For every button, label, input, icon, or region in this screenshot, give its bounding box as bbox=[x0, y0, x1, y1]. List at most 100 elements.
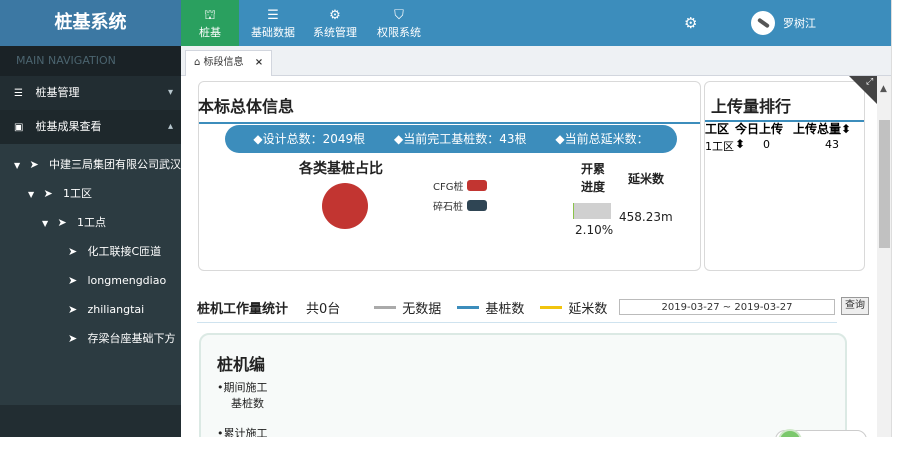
widget-icon bbox=[778, 429, 802, 437]
cumulative-label: •累计施工 bbox=[217, 427, 268, 437]
legend-line-swatch bbox=[540, 305, 563, 309]
tab-section-info[interactable]: ⌂ 标段信息 × bbox=[185, 50, 273, 76]
sidebar-item-label: 桩基管理 bbox=[35, 86, 80, 99]
tree-node-label: zhiliangtai bbox=[87, 303, 145, 316]
database-icon: ☰ bbox=[267, 8, 279, 23]
app-title: 桩基系统 bbox=[0, 0, 181, 46]
scrollbar-thumb[interactable] bbox=[879, 120, 890, 248]
home-icon: ⌂ bbox=[194, 57, 201, 68]
nav-permissions-label: 权限系统 bbox=[377, 26, 421, 39]
tree-node-site[interactable]: ▼ ➤ 1工点 bbox=[0, 208, 181, 237]
tree-node-leaf[interactable]: ➤ zhiliangtai bbox=[0, 295, 181, 324]
legend-swatch bbox=[467, 180, 488, 191]
expand-icon: ⤢ bbox=[866, 77, 874, 87]
cell-today: 0 bbox=[763, 138, 770, 151]
legend-line-swatch bbox=[457, 305, 480, 309]
scrollbar[interactable]: ▲ bbox=[877, 76, 891, 437]
ranking-title: 上传量排行 bbox=[711, 97, 792, 116]
sidebar-item-pile-management[interactable]: ☰ 桩基管理 ▾ bbox=[0, 76, 181, 110]
tree-node-leaf[interactable]: ➤ longmengdiao bbox=[0, 266, 181, 295]
paper-plane-icon: ➤ bbox=[57, 216, 67, 229]
sidebar-item-label: 桩基成果查看 bbox=[35, 120, 102, 133]
pile-driver-icon: ⛫ bbox=[204, 8, 216, 23]
progress-header-line2: 进度 bbox=[580, 180, 605, 194]
tab-label: 标段信息 bbox=[203, 57, 244, 68]
legend-label: 无数据 bbox=[402, 301, 442, 317]
machine-title: 桩机编 bbox=[217, 355, 266, 374]
legend-meters[interactable]: 延米数 bbox=[540, 298, 607, 317]
extension-total: ◆当前总延米数： bbox=[555, 132, 649, 146]
nav-pile-label: 桩基 bbox=[199, 26, 221, 39]
user-menu[interactable]: 罗树江 bbox=[751, 11, 816, 35]
overview-title: 本标总体信息 bbox=[198, 97, 295, 116]
query-button[interactable]: 查询 bbox=[841, 297, 869, 315]
legend-line-swatch bbox=[374, 305, 397, 309]
paper-plane-icon: ➤ bbox=[68, 303, 78, 316]
machine-count: 共0台 bbox=[306, 301, 341, 317]
chevron-down-icon: ▾ bbox=[167, 87, 173, 98]
settings-gears-icon[interactable]: ⚙ bbox=[684, 14, 697, 32]
book-icon: ▣ bbox=[14, 122, 24, 133]
expand-corner[interactable] bbox=[849, 76, 879, 106]
top-navbar: ⛫ 桩基 ☰ 基础数据 ⚙ 系统管理 ⛉ 权限系统 ⚙ 罗树江 bbox=[181, 0, 891, 46]
machine-card: 桩机编 •期间施工 基桩数 •累计施工 bbox=[199, 333, 847, 437]
design-total: ◆设计总数：2049根 bbox=[253, 132, 366, 146]
col-today-label: 今日上传 bbox=[735, 122, 784, 136]
tree-node-label: longmengdiao bbox=[87, 274, 167, 287]
cell-area: 1工区 bbox=[705, 140, 734, 153]
table-row: 1工区 0 43 bbox=[705, 138, 865, 154]
ranking-card: 上传量排行 工区 今日上传⬍ 上传总量⬍ 1工区 0 43 bbox=[704, 81, 865, 271]
list-icon: ☰ bbox=[14, 88, 23, 99]
progress-fill bbox=[573, 203, 574, 219]
period-label: •期间施工 bbox=[217, 381, 268, 394]
pile-count-label: 基桩数 bbox=[231, 397, 264, 410]
nav-system-management-label: 系统管理 bbox=[313, 26, 357, 39]
paper-plane-icon: ➤ bbox=[29, 158, 39, 171]
caret-down-icon: ▼ bbox=[28, 190, 35, 199]
tree-node-label: 1工区 bbox=[63, 187, 92, 200]
completed-count: ◆当前完工基桩数：43根 bbox=[394, 132, 527, 146]
progress-header-line1: 开累 bbox=[580, 162, 605, 176]
shield-icon: ⛉ bbox=[394, 8, 404, 23]
nav-basic-data[interactable]: ☰ 基础数据 bbox=[243, 0, 303, 46]
app-frame: 桩基系统 ⛫ 桩基 ☰ 基础数据 ⚙ 系统管理 ⛉ 权限系统 ⚙ 罗树江 MAI… bbox=[0, 0, 892, 437]
tree-node-area[interactable]: ▼ ➤ 1工区 bbox=[0, 179, 181, 208]
tree-node-label: 中建三局集团有限公司武汉东 bbox=[49, 158, 181, 171]
progress-header: 开累 进度 bbox=[573, 160, 613, 196]
nav-system-management[interactable]: ⚙ 系统管理 bbox=[307, 0, 363, 46]
paper-plane-icon: ➤ bbox=[68, 274, 78, 287]
floating-widget[interactable] bbox=[775, 429, 867, 437]
summary-pill: ◆设计总数：2049根 ◆当前完工基桩数：43根 ◆当前总延米数： bbox=[225, 125, 677, 153]
nav-permissions[interactable]: ⛉ 权限系统 bbox=[371, 0, 427, 46]
legend-cfg[interactable]: CFG桩 bbox=[433, 178, 488, 193]
cell-total: 43 bbox=[825, 138, 839, 151]
legend-swatch bbox=[467, 200, 487, 211]
legend-no-data[interactable]: 无数据 bbox=[374, 298, 441, 317]
progress-bar bbox=[573, 203, 611, 219]
pie-chart[interactable] bbox=[322, 183, 368, 229]
tree-node-company[interactable]: ▼ ➤ 中建三局集团有限公司武汉东 bbox=[0, 150, 181, 179]
legend-label: 基桩数 bbox=[485, 301, 525, 317]
sidebar-tree: ▼ ➤ 中建三局集团有限公司武汉东 ▼ ➤ 1工区 ▼ ➤ 1工点 ➤ 化工联接… bbox=[0, 144, 181, 405]
paper-plane-icon: ➤ bbox=[68, 245, 78, 258]
overview-card: 本标总体信息 ◆设计总数：2049根 ◆当前完工基桩数：43根 ◆当前总延米数：… bbox=[198, 81, 701, 271]
legend-gravel[interactable]: 碎石桩 bbox=[433, 198, 487, 213]
avatar bbox=[751, 11, 775, 35]
date-range-input[interactable]: 2019-03-27 ~ 2019-03-27 bbox=[619, 299, 835, 315]
tree-node-leaf[interactable]: ➤ 化工联接C匝道 bbox=[0, 237, 181, 266]
sidebar-item-pile-results[interactable]: ▣ 桩基成果查看 ▴ bbox=[0, 110, 181, 144]
legend-pile-count[interactable]: 基桩数 bbox=[457, 298, 524, 317]
col-total-label: 上传总量 bbox=[793, 122, 842, 136]
gears-icon: ⚙ bbox=[329, 8, 341, 23]
stats-title: 桩机工作量统计 bbox=[197, 301, 289, 317]
tree-node-label: 1工点 bbox=[77, 216, 106, 229]
nav-pile[interactable]: ⛫ 桩基 bbox=[181, 0, 239, 46]
meter-header: 延米数 bbox=[627, 172, 664, 186]
scroll-up-icon[interactable]: ▲ bbox=[880, 84, 887, 94]
tab-close-icon[interactable]: × bbox=[255, 57, 263, 68]
tree-node-leaf[interactable]: ➤ 存梁台座基础下方 bbox=[0, 324, 181, 353]
meter-value: 458.23m bbox=[619, 210, 673, 224]
nav-basic-data-label: 基础数据 bbox=[251, 26, 295, 39]
sort-icon: ⬍ bbox=[841, 122, 852, 136]
tree-node-label: 化工联接C匝道 bbox=[87, 245, 162, 258]
